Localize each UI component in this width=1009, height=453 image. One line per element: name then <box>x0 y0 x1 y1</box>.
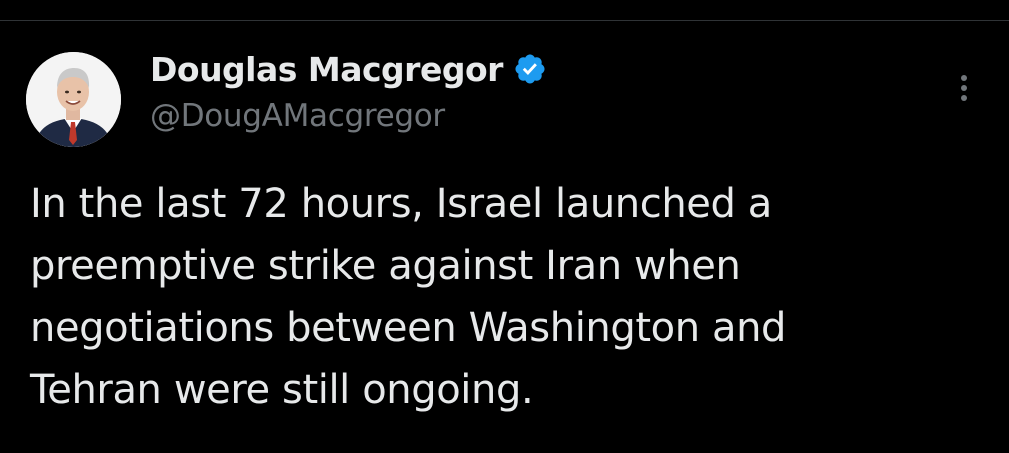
tweet-text: In the last 72 hours, Israel launched a … <box>30 181 787 413</box>
author-handle[interactable]: @DougAMacgregor <box>150 98 445 134</box>
author-avatar[interactable] <box>26 52 121 147</box>
tweet-card: Douglas Macgregor @DougAMacgregor In the… <box>0 0 1009 453</box>
avatar-photo-icon <box>26 52 121 147</box>
verified-badge-icon <box>513 52 547 86</box>
more-options-button[interactable] <box>946 66 982 110</box>
vertical-ellipsis-icon <box>961 75 967 101</box>
author-name-row: Douglas Macgregor <box>150 46 547 92</box>
author-display-name[interactable]: Douglas Macgregor <box>150 50 503 89</box>
